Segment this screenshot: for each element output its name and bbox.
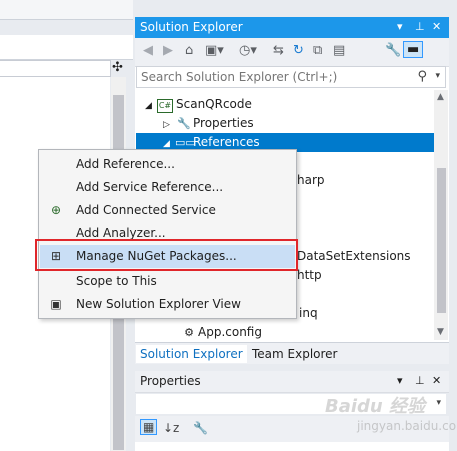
search-options-icon[interactable]: ▾ [435,71,440,81]
solution-explorer-title: Solution Explorer [140,20,243,34]
menu-item-add-service-reference[interactable]: Add Service Reference... [40,176,295,199]
watermark-url: jingyan.baidu.com [357,419,457,433]
solution-explorer-search[interactable]: ⚲ ▾ [136,66,446,88]
categorized-icon[interactable]: ▦ [140,419,158,435]
tree-item-partial[interactable]: http [297,266,322,285]
tree-item-properties[interactable]: ▷ 🔧 Properties [163,114,254,133]
solution-explorer-titlebar: Solution Explorer ▾ ⊥ ✕ [135,17,449,38]
dropdown-arrow-icon[interactable]: ▾ [397,374,403,387]
solution-explorer-toolbar: ◀ ▶ ⌂ ▣▾ ◷▾ ⇆ ↻ ⧉ ▤ 🔧 ▬ [135,38,449,67]
close-icon[interactable]: ✕ [432,374,441,387]
tree-item-partial[interactable]: DataSetExtensions [297,247,411,266]
alphabetical-icon[interactable]: ↓z [163,421,179,435]
editor-navigation-bar[interactable] [0,60,111,77]
back-icon[interactable]: ◀ [143,43,153,58]
config-file-icon: ⚙ [184,326,194,339]
pin-icon[interactable]: ⊥ [415,20,425,33]
properties-title: Properties [140,374,201,388]
menu-item-add-connected-service[interactable]: ⊕ Add Connected Service [40,199,295,222]
scroll-up-icon[interactable]: ▲ [437,92,444,102]
switch-views-icon[interactable]: ▣▾ [205,43,224,58]
search-icon[interactable]: ⚲ [417,69,427,84]
tab-solution-explorer[interactable]: Solution Explorer [136,345,247,363]
pending-changes-icon[interactable]: ◷▾ [239,43,257,58]
tree-item-label: App.config [198,325,262,339]
collapse-all-icon[interactable]: ⧉ [313,43,322,58]
tree-item-app-config[interactable]: ⚙ App.config [180,323,262,342]
scroll-down-icon[interactable]: ▼ [437,327,444,337]
wrench-icon: 🔧 [177,117,191,130]
home-icon[interactable]: ⌂ [185,43,193,58]
context-menu: Add Reference... Add Service Reference..… [38,149,297,319]
dropdown-arrow-icon[interactable]: ▾ [397,20,403,33]
menu-item-add-reference[interactable]: Add Reference... [40,153,295,176]
expanded-icon[interactable]: ◢ [145,97,157,116]
connected-service-icon: ⊕ [50,203,62,217]
show-all-files-icon[interactable]: ▤ [333,43,345,58]
watermark-logo: Baidu 经验 [325,396,426,417]
menu-item-new-solution-explorer-view[interactable]: ▣ New Solution Explorer View [40,293,295,316]
new-view-icon: ▣ [50,297,62,311]
tab-team-explorer[interactable]: Team Explorer [248,345,342,363]
forward-icon[interactable]: ▶ [163,43,173,58]
explorer-tab-strip: Solution Explorer Team Explorer [135,342,449,364]
tree-item-partial[interactable]: inq [299,304,318,323]
tree-item-partial[interactable]: harp [297,171,325,190]
refresh-icon[interactable]: ↻ [293,43,304,58]
tree-item-label: References [193,135,260,149]
pin-icon[interactable]: ⊥ [415,374,425,387]
tree-item-project[interactable]: ◢ C# ScanQRcode [145,95,252,114]
tree-item-label: ScanQRcode [176,97,252,111]
properties-icon[interactable]: 🔧 [385,43,401,58]
preview-icon[interactable]: ▬ [403,41,424,58]
properties-titlebar: Properties ▾ ⊥ ✕ [135,371,449,393]
csharp-project-icon: C# [157,99,173,113]
menu-item-scope-to-this[interactable]: Scope to This [40,270,295,293]
properties-grid [135,442,449,451]
tree-item-label: Properties [193,116,254,130]
annotation-highlight-box [35,239,298,271]
property-pages-icon[interactable]: 🔧 [193,421,208,435]
sync-icon[interactable]: ⇆ [273,43,284,58]
tree-scrollbar-thumb[interactable] [437,168,446,313]
split-icon[interactable]: ✣ [110,60,125,77]
editor-tab-strip [0,35,133,60]
search-input[interactable] [141,68,411,86]
editor-header [0,0,133,20]
chevron-down-icon[interactable]: ▾ [436,398,441,408]
close-icon[interactable]: ✕ [432,20,441,33]
